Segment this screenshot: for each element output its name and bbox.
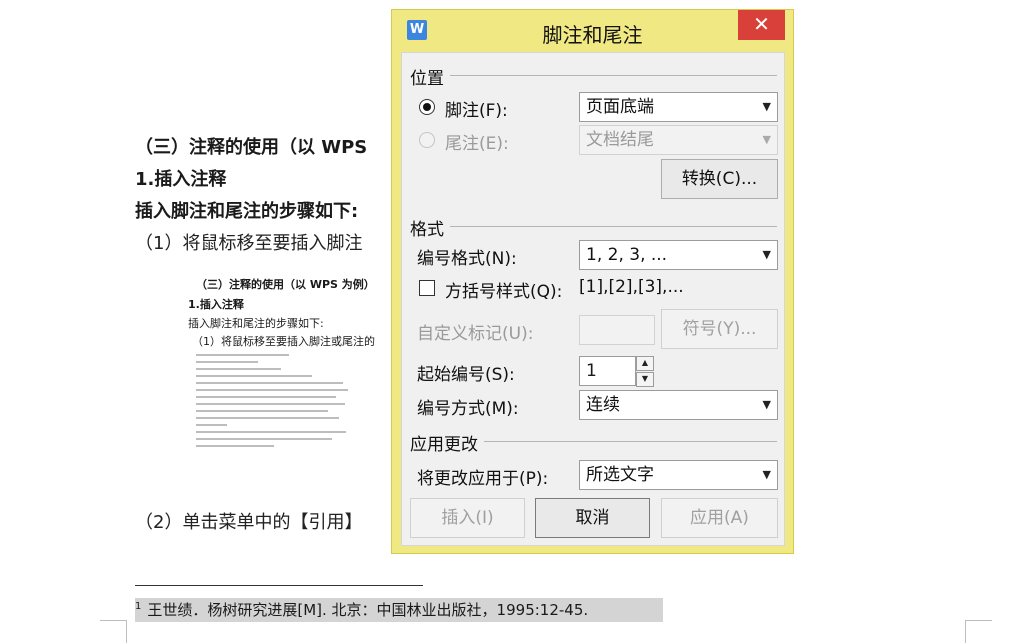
thumb-text-lines <box>196 354 351 464</box>
thumb-line-2: （1）将鼠标移至要插入脚注或尾注的 <box>192 335 375 348</box>
apply-section-divider <box>484 441 777 442</box>
endnote-label: 尾注(E): <box>445 134 509 154</box>
spin-down-icon[interactable]: ▼ <box>636 372 654 387</box>
footnote-radio[interactable] <box>419 99 435 115</box>
numbering-value: 连续 <box>586 395 620 415</box>
doc-thumbnail-image: （三）注释的使用（以 WPS 为例） 1.插入注释 插入脚注和尾注的步骤如下: … <box>188 272 398 467</box>
endnote-radio[interactable] <box>419 132 435 148</box>
dialog-title: 脚注和尾注 <box>542 23 643 47</box>
footnote-position-value: 页面底端 <box>586 97 654 117</box>
apply-to-label: 将更改应用于(P): <box>417 469 549 489</box>
footnote-separator <box>135 585 423 586</box>
bracket-style-checkbox[interactable] <box>419 280 435 296</box>
doc-heading-steps: 插入脚注和尾注的步骤如下: <box>135 201 359 222</box>
chevron-down-icon: ▼ <box>762 133 771 146</box>
thumb-heading: （三）注释的使用（以 WPS 为例） <box>196 278 375 291</box>
footnote-text[interactable]: 1 王世绩．杨树研究进展[M]. 北京：中国林业出版社，1995:12-45. <box>135 598 663 622</box>
dialog-body: 位置 脚注(F): 页面底端 ▼ 尾注(E): 文档结尾 ▼ 转换(C)... … <box>401 52 785 546</box>
chevron-down-icon: ▼ <box>762 248 771 261</box>
apply-section-title: 应用更改 <box>410 435 478 455</box>
format-section-title: 格式 <box>410 220 444 240</box>
doc-heading-insert: 1.插入注释 <box>135 169 227 190</box>
start-at-stepper[interactable]: ▲ ▼ <box>636 356 654 387</box>
endnote-position-select[interactable]: 文档结尾 ▼ <box>579 125 778 155</box>
doc-step-1: （1）将鼠标移至要插入脚注 <box>135 233 363 254</box>
chevron-down-icon: ▼ <box>762 100 771 113</box>
chevron-down-icon: ▼ <box>762 468 771 481</box>
convert-button[interactable]: 转换(C)... <box>661 159 778 199</box>
close-button[interactable]: ✕ <box>738 10 785 40</box>
footnote-position-select[interactable]: 页面底端 ▼ <box>579 92 778 122</box>
footnote-label: 脚注(F): <box>445 101 508 121</box>
thumb-subheading: 1.插入注释 <box>188 298 244 311</box>
apply-to-select[interactable]: 所选文字 ▼ <box>579 460 778 490</box>
spin-up-icon[interactable]: ▲ <box>636 356 654 371</box>
close-icon: ✕ <box>753 12 770 36</box>
chevron-down-icon: ▼ <box>762 398 771 411</box>
number-format-label: 编号格式(N): <box>417 249 517 269</box>
position-section-divider <box>450 75 777 76</box>
custom-mark-input[interactable] <box>579 315 655 345</box>
bracket-style-preview: [1],[2],[3],... <box>579 277 684 297</box>
doc-heading-section: （三）注释的使用（以 WPS <box>135 137 368 158</box>
start-at-input[interactable]: 1 <box>579 356 636 386</box>
number-format-value: 1, 2, 3, ... <box>586 245 668 265</box>
footnote-number: 1 <box>135 601 142 612</box>
numbering-label: 编号方式(M): <box>417 399 519 419</box>
insert-button[interactable]: 插入(I) <box>410 498 525 538</box>
doc-step-2: （2）单击菜单中的【引用】 <box>135 512 363 533</box>
cancel-button[interactable]: 取消 <box>535 498 650 538</box>
position-section-title: 位置 <box>410 69 444 89</box>
thumb-line-1: 插入脚注和尾注的步骤如下: <box>188 317 324 330</box>
symbol-button[interactable]: 符号(Y)... <box>661 309 778 349</box>
apply-to-value: 所选文字 <box>586 465 654 485</box>
number-format-select[interactable]: 1, 2, 3, ... ▼ <box>579 240 778 270</box>
dialog-titlebar[interactable]: W 脚注和尾注 ✕ <box>392 10 793 52</box>
start-at-label: 起始编号(S): <box>417 365 515 385</box>
bracket-style-label: 方括号样式(Q): <box>445 282 563 302</box>
apply-button[interactable]: 应用(A) <box>661 498 778 538</box>
footnote-endnote-dialog: W 脚注和尾注 ✕ 位置 脚注(F): 页面底端 ▼ 尾注(E): 文档结尾 ▼… <box>391 9 794 554</box>
custom-mark-label: 自定义标记(U): <box>417 324 534 344</box>
format-section-divider <box>450 226 777 227</box>
footnote-content: 王世绩．杨树研究进展[M]. 北京：中国林业出版社，1995:12-45. <box>147 601 589 619</box>
endnote-position-value: 文档结尾 <box>586 130 654 150</box>
numbering-select[interactable]: 连续 ▼ <box>579 390 778 420</box>
